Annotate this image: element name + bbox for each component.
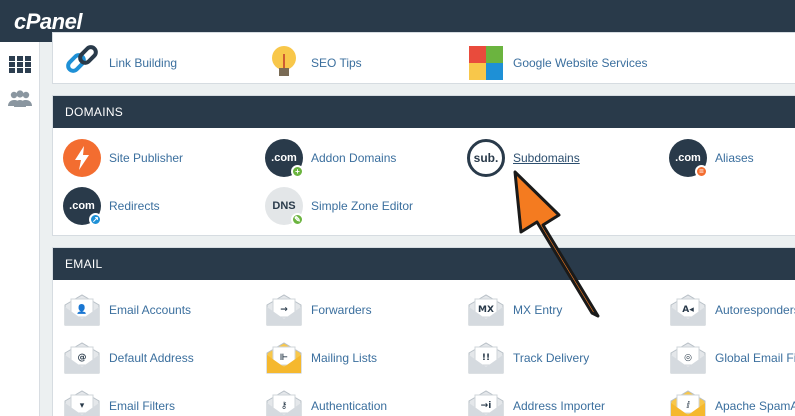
item-label: Redirects	[109, 199, 160, 213]
item-label: Global Email Filt	[715, 351, 795, 365]
svg-text:▾: ▾	[80, 401, 85, 411]
link-building-item[interactable]: Link Building	[63, 43, 177, 83]
subdomain-icon: sub.	[467, 139, 505, 177]
email-filters-item[interactable]: ▾ Email Filters	[63, 386, 175, 416]
envelope-icon: ⚷	[265, 387, 303, 416]
envelope-icon: ▾	[63, 387, 101, 416]
item-label: Mailing Lists	[311, 351, 378, 365]
item-label: Subdomains	[513, 151, 580, 165]
users-icon[interactable]	[6, 86, 34, 114]
envelope-icon: MX	[467, 291, 505, 329]
item-label: MX Entry	[513, 303, 563, 317]
link-icon	[63, 44, 101, 82]
dot-com-icon: .com ↗	[63, 187, 102, 226]
autoresponders-item[interactable]: A◂ Autoresponders	[669, 290, 795, 330]
aliases-item[interactable]: .com = Aliases	[669, 138, 754, 178]
subdomains-item[interactable]: sub. Subdomains	[467, 138, 580, 178]
site-publisher-item[interactable]: Site Publisher	[63, 138, 183, 178]
item-label: Simple Zone Editor	[311, 199, 414, 213]
forwarders-item[interactable]: → Forwarders	[265, 290, 372, 330]
item-label: Aliases	[715, 151, 754, 165]
item-label: SEO Tips	[311, 56, 362, 70]
authentication-item[interactable]: ⚷ Authentication	[265, 386, 387, 416]
item-label: Google Website Services	[513, 56, 648, 70]
svg-text:◎: ◎	[684, 353, 692, 363]
svg-text:→: →	[280, 305, 288, 315]
svg-text:MX: MX	[478, 305, 494, 315]
item-label: Apache SpamAs	[715, 399, 795, 413]
item-label: Forwarders	[311, 303, 372, 317]
envelope-icon: →i	[467, 387, 505, 416]
envelope-icon: ◎	[669, 339, 707, 377]
equals-icon: =	[695, 165, 708, 178]
simple-zone-editor-item[interactable]: DNS ✎ Simple Zone Editor	[265, 186, 413, 226]
item-label: Email Accounts	[109, 303, 192, 317]
dot-com-icon: .com =	[669, 139, 708, 178]
addon-domains-item[interactable]: .com + Addon Domains	[265, 138, 396, 178]
panel-title[interactable]: DOMAINS	[53, 96, 795, 128]
puzzle-icon	[467, 44, 505, 82]
sidebar	[0, 42, 40, 416]
address-importer-item[interactable]: →i Address Importer	[467, 386, 605, 416]
mailing-lists-item[interactable]: ⊩ Mailing Lists	[265, 338, 377, 378]
panel-title[interactable]: EMAIL	[53, 248, 795, 280]
envelope-icon: →	[265, 291, 303, 329]
plus-icon: +	[291, 165, 304, 178]
track-delivery-item[interactable]: !! Track Delivery	[467, 338, 589, 378]
envelope-icon: ⊩	[265, 339, 303, 377]
google-website-services-item[interactable]: Google Website Services	[467, 43, 648, 83]
panel-domains: DOMAINS Site Publisher .com + Addon Doma…	[52, 95, 795, 236]
item-label: Autoresponders	[715, 303, 795, 317]
redirects-item[interactable]: .com ↗ Redirects	[63, 186, 160, 226]
envelope-icon: !!	[467, 339, 505, 377]
seo-tips-item[interactable]: SEO Tips	[265, 43, 362, 83]
global-email-filters-item[interactable]: ◎ Global Email Filt	[669, 338, 795, 378]
item-label: Addon Domains	[311, 151, 397, 165]
svg-text:→i: →i	[481, 401, 492, 411]
dns-icon: DNS ✎	[265, 187, 304, 226]
item-label: Address Importer	[513, 399, 606, 413]
envelope-icon: ⅈ	[669, 387, 707, 416]
envelope-icon: A◂	[669, 291, 707, 329]
item-label: Site Publisher	[109, 151, 184, 165]
lightbulb-icon	[265, 44, 303, 82]
envelope-icon: @	[63, 339, 101, 377]
svg-text:⊩: ⊩	[280, 353, 288, 363]
lightning-icon	[63, 139, 101, 177]
svg-text:👤: 👤	[76, 303, 87, 315]
grid-icon[interactable]	[6, 50, 34, 78]
svg-text:@: @	[78, 353, 87, 363]
redirect-icon: ↗	[89, 213, 102, 226]
default-address-item[interactable]: @ Default Address	[63, 338, 194, 378]
item-label: Link Building	[109, 56, 178, 70]
svg-text:!!: !!	[482, 353, 490, 363]
item-label: Authentication	[311, 399, 388, 413]
pencil-icon: ✎	[291, 213, 304, 226]
item-label: Email Filters	[109, 399, 176, 413]
apache-spamassassin-item[interactable]: ⅈ Apache SpamAs	[669, 386, 795, 416]
item-label: Default Address	[109, 351, 194, 365]
mx-entry-item[interactable]: MX MX Entry	[467, 290, 562, 330]
main-content: Link Building SEO Tips Google Website Se…	[40, 32, 795, 416]
email-accounts-item[interactable]: 👤 Email Accounts	[63, 290, 191, 330]
item-label: Track Delivery	[513, 351, 590, 365]
dot-com-icon: .com +	[265, 139, 304, 178]
svg-text:⚷: ⚷	[281, 401, 288, 411]
envelope-icon: 👤	[63, 291, 101, 329]
panel-email: EMAIL 👤 Email Accounts → Forwarders MX MX Ent…	[52, 247, 795, 416]
svg-text:A◂: A◂	[682, 305, 694, 315]
panel-marketing: Link Building SEO Tips Google Website Se…	[52, 32, 795, 84]
